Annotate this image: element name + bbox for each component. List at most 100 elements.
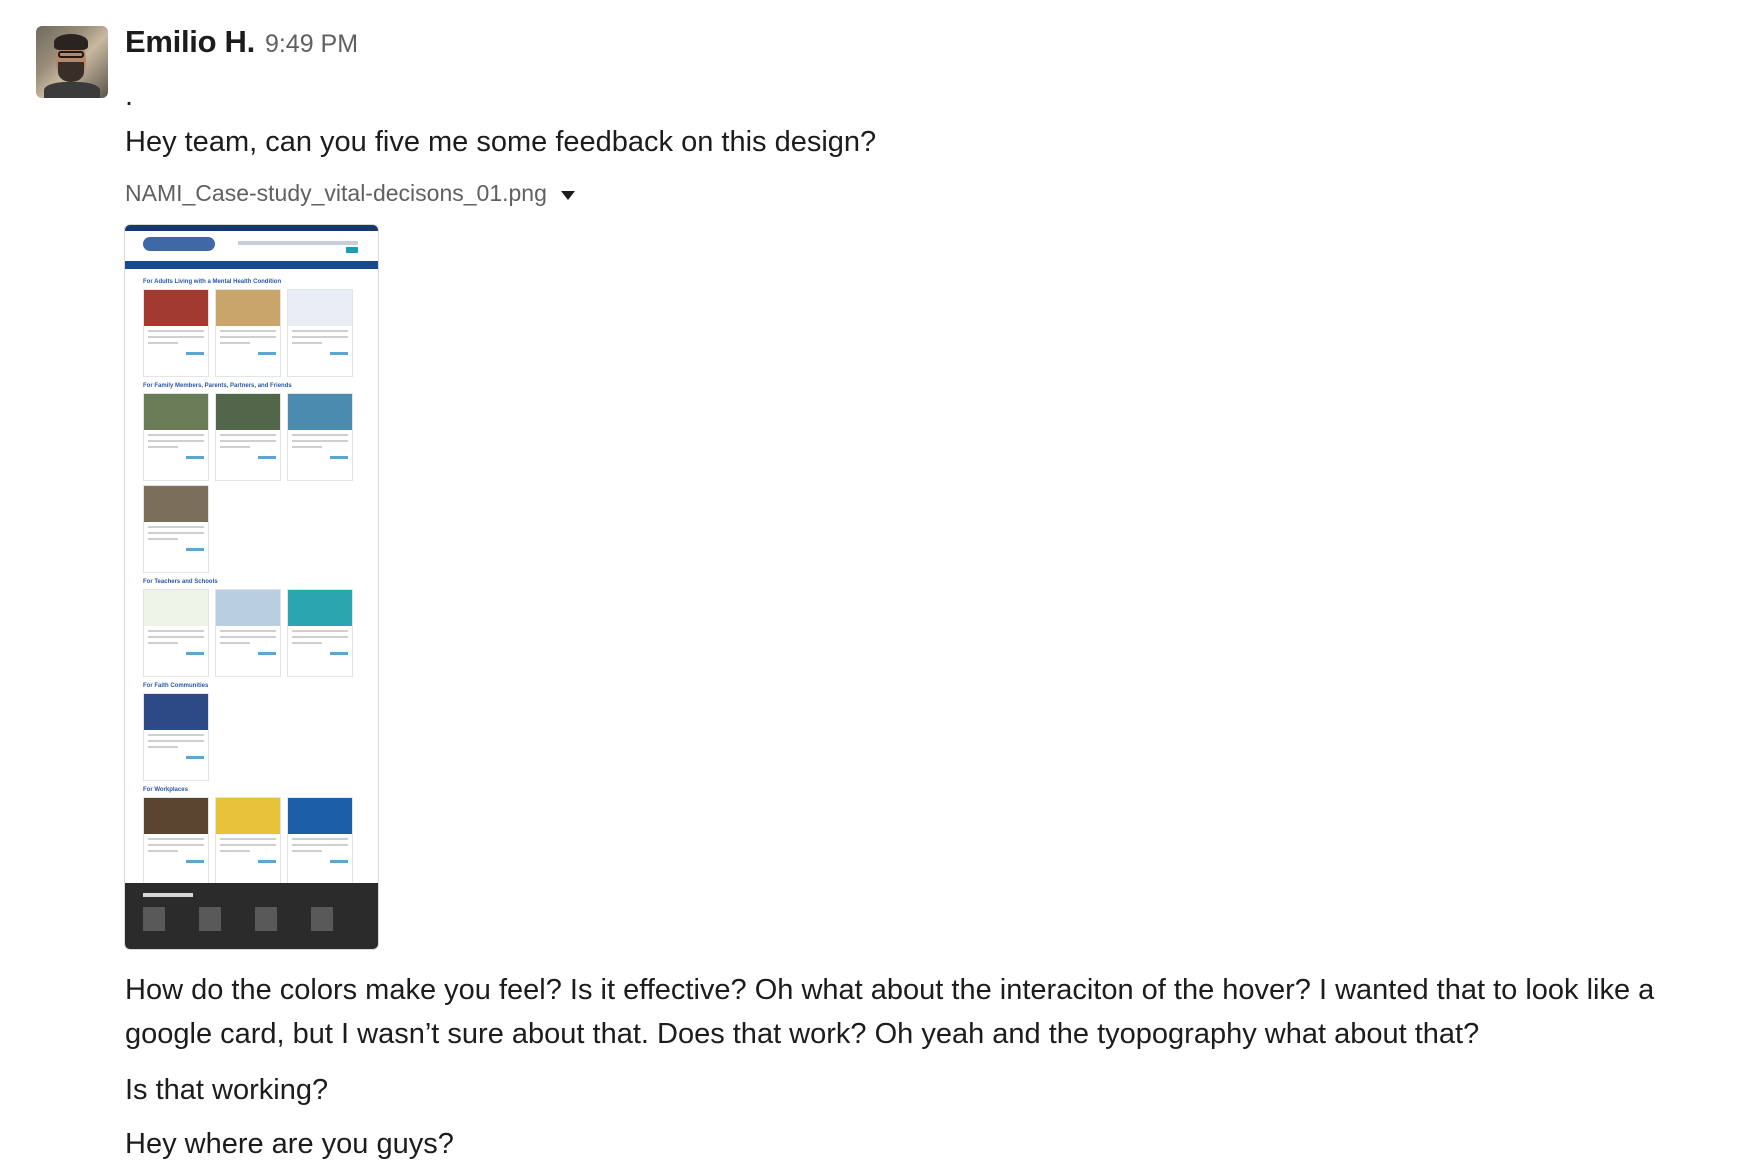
preview-card-text (220, 838, 276, 840)
preview-card-image (144, 394, 208, 430)
avatar-shirt (44, 82, 100, 98)
preview-card (143, 289, 209, 377)
preview-card (143, 693, 209, 781)
preview-section-heading: For Teachers and Schools (143, 579, 218, 585)
preview-body: For Adults Living with a Mental Health C… (125, 269, 378, 893)
image-attachment-preview[interactable]: For Adults Living with a Mental Health C… (124, 224, 379, 950)
preview-section-heading: For Family Members, Parents, Partners, a… (143, 383, 292, 389)
preview-card-text (148, 642, 178, 644)
preview-card-button (330, 456, 348, 459)
preview-card-row (143, 797, 360, 885)
preview-card-text (292, 636, 348, 638)
preview-card-button (186, 652, 204, 655)
message-dot: . (125, 80, 134, 112)
preview-card-image (144, 694, 208, 730)
preview-card (215, 289, 281, 377)
preview-card-button (330, 352, 348, 355)
avatar-beard (58, 62, 84, 82)
preview-card-text (220, 630, 276, 632)
message-text-1: Hey team, can you five me some feedback … (125, 126, 877, 158)
preview-card-text (292, 642, 322, 644)
preview-card-row (143, 485, 360, 573)
avatar-hair (54, 34, 88, 50)
preview-card-image (288, 590, 352, 626)
preview-card-button (330, 652, 348, 655)
preview-section-heading: For Workplaces (143, 787, 188, 793)
preview-card-image (216, 394, 280, 430)
preview-card-text (220, 440, 276, 442)
preview-site-header (125, 225, 378, 261)
preview-card (287, 393, 353, 481)
preview-logo (143, 237, 215, 251)
preview-card (215, 393, 281, 481)
preview-card-text (148, 538, 178, 540)
caret-down-icon[interactable] (560, 190, 575, 200)
preview-card (143, 589, 209, 677)
preview-card-button (186, 456, 204, 459)
preview-card-text (292, 434, 348, 436)
attachment-filename[interactable]: NAMI_Case-study_vital-decisons_01.png (125, 180, 547, 207)
attachment-header: NAMI_Case-study_vital-decisons_01.png (125, 180, 575, 207)
preview-card-text (148, 434, 204, 436)
preview-card-button (258, 352, 276, 355)
preview-card-button (258, 652, 276, 655)
preview-footer-title (143, 893, 193, 897)
preview-card-image (288, 290, 352, 326)
preview-card-text (292, 630, 348, 632)
preview-card-text (148, 336, 204, 338)
preview-card-image (144, 798, 208, 834)
preview-card-image (288, 798, 352, 834)
preview-card-text (148, 850, 178, 852)
preview-footer (125, 883, 378, 949)
preview-card-text (148, 440, 204, 442)
preview-card (143, 797, 209, 885)
message-text-2: How do the colors make you feel? Is it e… (125, 974, 1655, 1050)
preview-card-text (220, 446, 250, 448)
preview-card-text (220, 636, 276, 638)
preview-card-button (258, 456, 276, 459)
message-timestamp[interactable]: 9:49 PM (265, 30, 358, 59)
preview-donate (346, 247, 358, 253)
preview-card-text (148, 330, 204, 332)
preview-card-row (143, 693, 360, 781)
preview-card-button (330, 860, 348, 863)
user-avatar[interactable] (36, 26, 108, 98)
message-header: Emilio H. 9:49 PM (125, 24, 358, 60)
preview-card-text (148, 636, 204, 638)
preview-card-text (292, 844, 348, 846)
preview-card-text (220, 342, 250, 344)
message-text-3: Is that working? (125, 1074, 329, 1106)
preview-card-image (288, 394, 352, 430)
preview-card-text (292, 446, 322, 448)
preview-card-text (292, 330, 348, 332)
preview-card-text (148, 342, 178, 344)
preview-card-text (148, 446, 178, 448)
author-name[interactable]: Emilio H. (125, 24, 255, 60)
preview-card-image (216, 590, 280, 626)
preview-card-text (292, 838, 348, 840)
preview-card-text (148, 532, 204, 534)
preview-card-button (186, 756, 204, 759)
message-text-4: Hey where are you guys? (125, 1128, 454, 1160)
preview-card-text (220, 850, 250, 852)
preview-card-image (216, 290, 280, 326)
preview-footer-columns (143, 907, 363, 931)
preview-card-text (292, 336, 348, 338)
preview-card (143, 485, 209, 573)
preview-card-text (148, 746, 178, 748)
preview-card (287, 289, 353, 377)
preview-nav (238, 241, 358, 245)
preview-card (287, 797, 353, 885)
preview-card-text (220, 336, 276, 338)
preview-card-text (148, 838, 204, 840)
preview-card-row (143, 289, 360, 377)
preview-card-button (186, 352, 204, 355)
preview-card-text (148, 844, 204, 846)
preview-card-row (143, 589, 360, 677)
preview-card (215, 589, 281, 677)
preview-card-image (144, 590, 208, 626)
preview-card-image (144, 290, 208, 326)
preview-card-text (148, 740, 204, 742)
preview-card-text (292, 850, 322, 852)
avatar-glasses (58, 51, 84, 58)
